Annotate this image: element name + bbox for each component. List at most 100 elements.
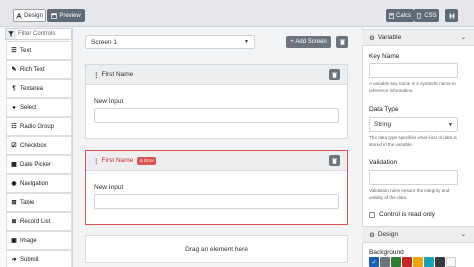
textarea-icon: ¶ <box>12 85 16 92</box>
control-label: Textarea <box>20 85 44 92</box>
rich-text-icon: ✎ <box>11 67 17 73</box>
color-swatch[interactable] <box>446 257 456 267</box>
filter-controls-placeholder: Filter Controls <box>18 31 56 37</box>
card-header: ⋮ First Name <box>86 65 347 85</box>
text-icon: ☰ <box>11 48 17 54</box>
read-only-checkbox[interactable] <box>369 212 375 218</box>
control-label: Checkbox <box>20 142 47 149</box>
control-rich-text[interactable]: ✎ Rich Text <box>6 60 72 79</box>
control-label: Navigation <box>20 180 49 187</box>
delete-screen-button[interactable] <box>336 36 348 48</box>
screen-select-value: Screen 1 <box>91 38 118 46</box>
field-label: New Input <box>94 184 124 191</box>
check-icon: ✓ <box>371 259 377 266</box>
control-text[interactable]: ☰ Text <box>6 41 72 60</box>
control-select[interactable]: ● Select <box>6 98 72 117</box>
form-element-card-error[interactable]: ⋮ First Name ⊘ Error New Input <box>85 150 348 225</box>
form-element-card[interactable]: ⋮ First Name New Input <box>85 64 348 139</box>
key-name-help: A variable key name is a symbolic name t… <box>369 81 456 93</box>
filter-icon <box>6 29 16 39</box>
radio-group-icon: ☷ <box>11 124 17 130</box>
control-label: Image <box>20 237 37 244</box>
key-name-input[interactable] <box>369 63 458 78</box>
control-label: Table <box>20 199 35 206</box>
data-type-help: The data type specifies what kind of dat… <box>369 135 457 147</box>
data-type-label: Data Type <box>369 106 399 113</box>
preview-button[interactable]: Preview <box>47 9 85 22</box>
trash-icon <box>332 72 337 78</box>
color-swatch[interactable]: ✓ <box>369 257 379 267</box>
data-type-select[interactable]: String ▼ <box>369 117 458 132</box>
design-section-header[interactable]: ⚙ Design ⌄ <box>362 226 474 243</box>
preview-icon <box>51 12 58 19</box>
control-checkbox[interactable]: ☑ Checkbox <box>6 136 72 155</box>
navigation-icon: ◉ <box>11 181 17 187</box>
control-label: Radio Group <box>20 123 55 130</box>
background-label: Background <box>369 249 404 256</box>
chevron-down-icon: ▼ <box>448 121 453 128</box>
key-name-label: Key Name <box>369 53 400 60</box>
control-label: Rich Text <box>20 66 45 73</box>
chevron-down-icon: ▼ <box>244 39 249 45</box>
background-swatches: ✓ <box>369 257 456 267</box>
design-header-label: Design <box>377 231 399 238</box>
add-screen-button[interactable]: + Add Screen <box>286 36 331 48</box>
color-swatch[interactable] <box>435 257 445 267</box>
variable-section-header[interactable]: ⚙ Variable ⌄ <box>362 29 474 46</box>
color-swatch[interactable] <box>402 257 412 267</box>
color-swatch[interactable] <box>380 257 390 267</box>
control-radio-group[interactable]: ☷ Radio Group <box>6 117 72 136</box>
error-icon: ⊘ <box>139 157 144 163</box>
control-record-list[interactable]: ≣ Record List <box>6 212 72 231</box>
control-label: Select <box>20 104 37 111</box>
card-header: ⋮ First Name ⊘ Error <box>86 151 347 171</box>
submit-icon: ➜ <box>11 257 17 263</box>
chevron-down-icon: ⌄ <box>460 35 466 41</box>
screen-select[interactable]: Screen 1 ▼ <box>85 35 255 49</box>
gear-icon: ⚙ <box>369 34 375 42</box>
card-title: First Name <box>101 157 134 164</box>
css-icon <box>416 12 422 19</box>
save-icon <box>449 13 455 19</box>
validation-label: Validation <box>369 159 398 166</box>
drop-zone[interactable]: Drag an element here <box>85 235 348 263</box>
chevron-down-icon: ⌄ <box>460 232 466 238</box>
new-input-field[interactable] <box>94 194 339 209</box>
date-picker-icon: ▦ <box>11 162 17 168</box>
preview-button-label: Preview <box>59 12 81 19</box>
css-button[interactable]: CSS <box>414 9 439 22</box>
control-label: Text <box>20 47 32 54</box>
control-navigation[interactable]: ◉ Navigation <box>6 174 72 193</box>
color-swatch[interactable] <box>424 257 434 267</box>
css-button-label: CSS <box>424 12 437 19</box>
design-button[interactable]: Design <box>13 9 46 22</box>
error-badge-label: Error <box>144 158 155 163</box>
color-swatch[interactable] <box>413 257 423 267</box>
new-input-field[interactable] <box>94 108 339 123</box>
design-mode-icon <box>16 12 22 19</box>
filter-controls-input[interactable]: Filter Controls <box>5 28 72 40</box>
delete-element-button[interactable] <box>329 155 340 166</box>
calcs-button-label: Calcs <box>395 12 411 19</box>
delete-element-button[interactable] <box>329 69 340 80</box>
color-swatch[interactable] <box>391 257 401 267</box>
data-type-value: String <box>374 121 391 128</box>
trash-icon <box>332 158 337 164</box>
control-submit[interactable]: ➜ Submit <box>6 250 72 267</box>
control-date-picker[interactable]: ▦ Date Picker <box>6 155 72 174</box>
checkbox-icon: ☑ <box>11 143 17 149</box>
control-textarea[interactable]: ¶ Textarea <box>6 79 72 98</box>
validation-input[interactable] <box>369 170 458 185</box>
error-badge: ⊘ Error <box>137 156 157 165</box>
control-label: Record List <box>20 218 51 225</box>
control-label: Date Picker <box>20 161 52 168</box>
control-image[interactable]: ▣ Image <box>6 231 72 250</box>
field-label: New Input <box>94 98 124 105</box>
read-only-label: Control is read only <box>379 211 435 218</box>
save-button[interactable] <box>445 9 458 22</box>
image-icon: ▣ <box>11 238 17 244</box>
drag-handle-icon: ⋮ <box>93 71 100 79</box>
control-table[interactable]: ⊞ Table <box>6 193 72 212</box>
calculator-icon <box>389 12 394 19</box>
calcs-button[interactable]: Calcs <box>386 9 414 22</box>
